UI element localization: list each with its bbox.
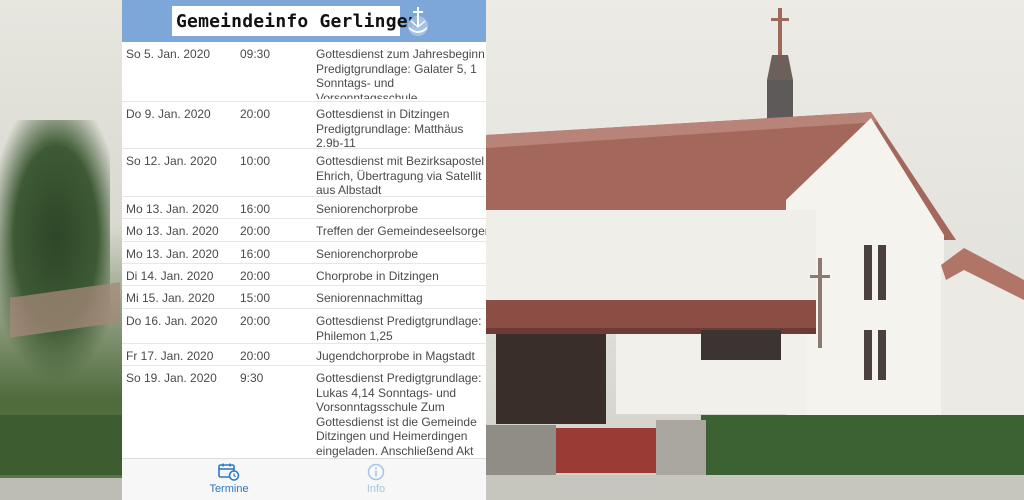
item-description: Chorprobe in Ditzingen bbox=[316, 269, 439, 283]
item-time: 20:00 bbox=[240, 107, 271, 121]
item-description: Gottesdienst mit Bezirksapostel Ehrich, … bbox=[316, 154, 485, 197]
list-item[interactable]: So 12. Jan. 2020 10:00 Gottesdienst mit … bbox=[122, 149, 486, 197]
tab-termine-label: Termine bbox=[209, 483, 249, 495]
item-time: 20:00 bbox=[240, 269, 271, 283]
item-time: 20:00 bbox=[240, 314, 271, 328]
church-emblem-icon bbox=[405, 5, 431, 37]
item-time: 20:00 bbox=[240, 349, 271, 363]
item-date: Mo 13. Jan. 2020 bbox=[126, 202, 219, 216]
item-time: 15:00 bbox=[240, 291, 271, 305]
item-time: 20:00 bbox=[240, 224, 271, 238]
appointment-list[interactable]: So 5. Jan. 2020 09:30 Gottesdienst zum J… bbox=[122, 42, 486, 458]
title-box: Gemeindeinfo Gerlingen bbox=[172, 6, 419, 36]
list-item[interactable]: Mi 15. Jan. 2020 15:00 Seniorennachmitta… bbox=[122, 286, 486, 309]
background-photo-church bbox=[486, 0, 1024, 500]
list-item[interactable]: Mo 13. Jan. 2020 20:00 Treffen der Gemei… bbox=[122, 219, 486, 242]
item-date: Mi 15. Jan. 2020 bbox=[126, 291, 215, 305]
item-date: Do 9. Jan. 2020 bbox=[126, 107, 211, 121]
item-description: Seniorennachmittag bbox=[316, 291, 423, 305]
item-time: 16:00 bbox=[240, 247, 271, 261]
item-date: So 19. Jan. 2020 bbox=[126, 371, 217, 385]
tab-info-label: Info bbox=[366, 483, 386, 495]
item-description: Seniorenchorprobe bbox=[316, 247, 419, 261]
item-time: 16:00 bbox=[240, 202, 271, 216]
item-description: Treffen der Gemeindeseelsorger bbox=[316, 224, 486, 238]
tab-info[interactable]: Info bbox=[336, 463, 416, 495]
app-header: Gemeindeinfo Gerlingen bbox=[122, 0, 486, 42]
background-photo-left bbox=[0, 0, 122, 500]
tab-bar: Termine Info bbox=[122, 458, 486, 500]
item-date: Di 14. Jan. 2020 bbox=[126, 269, 214, 283]
item-description: Gottesdienst zum Jahresbeginn Predigtgru… bbox=[316, 47, 485, 99]
item-date: So 5. Jan. 2020 bbox=[126, 47, 211, 61]
list-item[interactable]: Fr 17. Jan. 2020 20:00 Jugendchorprobe i… bbox=[122, 344, 486, 366]
list-item[interactable]: Mo 13. Jan. 2020 16:00 Seniorenchorprobe bbox=[122, 242, 486, 264]
item-date: Do 16. Jan. 2020 bbox=[126, 314, 218, 328]
item-time: 10:00 bbox=[240, 154, 271, 168]
item-time: 09:30 bbox=[240, 47, 271, 61]
list-item[interactable]: Do 16. Jan. 2020 20:00 Gottesdienst Pred… bbox=[122, 309, 486, 344]
calendar-clock-icon bbox=[189, 463, 269, 481]
item-time: 9:30 bbox=[240, 371, 264, 385]
item-description: Gottesdienst Predigtgrundlage: Lukas 4,1… bbox=[316, 371, 482, 458]
info-icon bbox=[336, 463, 416, 481]
list-item[interactable]: Do 9. Jan. 2020 20:00 Gottesdienst in Di… bbox=[122, 102, 486, 149]
list-item[interactable]: Di 14. Jan. 2020 20:00 Chorprobe in Ditz… bbox=[122, 264, 486, 286]
item-date: Mo 13. Jan. 2020 bbox=[126, 247, 219, 261]
item-date: Fr 17. Jan. 2020 bbox=[126, 349, 214, 363]
item-description: Seniorenchorprobe bbox=[316, 202, 419, 216]
item-date: Mo 13. Jan. 2020 bbox=[126, 224, 219, 238]
list-item[interactable]: Mo 13. Jan. 2020 16:00 Seniorenchorprobe bbox=[122, 197, 486, 219]
list-item[interactable]: So 19. Jan. 2020 9:30 Gottesdienst Predi… bbox=[122, 366, 486, 458]
item-description: Gottesdienst Predigtgrundlage: Philemon … bbox=[316, 314, 482, 343]
item-date: So 12. Jan. 2020 bbox=[126, 154, 217, 168]
tab-termine[interactable]: Termine bbox=[189, 463, 269, 495]
app-title: Gemeindeinfo Gerlingen bbox=[176, 10, 419, 32]
app-screen: Gemeindeinfo Gerlingen So 5. Jan. 2020 0… bbox=[122, 0, 486, 500]
list-item[interactable]: So 5. Jan. 2020 09:30 Gottesdienst zum J… bbox=[122, 42, 486, 102]
item-description: Gottesdienst in Ditzingen Predigtgrundla… bbox=[316, 107, 464, 147]
item-description: Jugendchorprobe in Magstadt bbox=[316, 349, 475, 363]
